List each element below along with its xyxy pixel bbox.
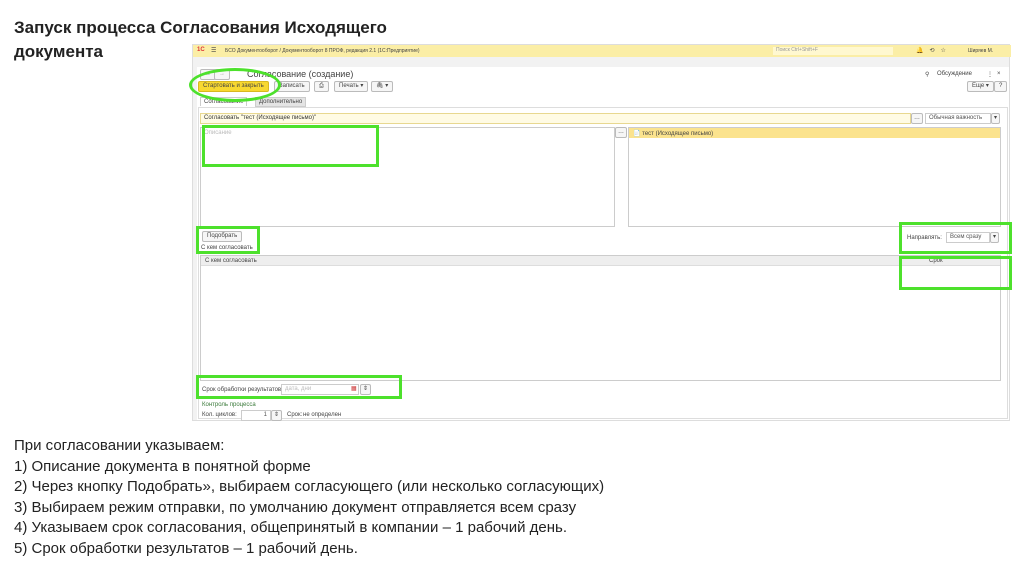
instructions: При согласовании указываем: 1) Описание … xyxy=(14,436,604,559)
close-icon[interactable]: × xyxy=(997,71,1001,77)
subject-select-button[interactable]: … xyxy=(911,113,923,124)
discussions-button[interactable]: Обсуждение xyxy=(937,71,972,77)
highlight-processing xyxy=(196,375,402,399)
instruction-item: 3) Выбираем режим отправки, по умолчанию… xyxy=(14,498,577,516)
notification-icons[interactable]: 🔔⟲☆ xyxy=(916,47,952,54)
description-edit-button[interactable]: … xyxy=(615,127,627,138)
highlight-description xyxy=(202,125,379,167)
highlight-deadline-column xyxy=(899,256,1012,290)
menu-icon[interactable]: ☰ xyxy=(211,47,216,54)
highlight-pick xyxy=(196,226,260,254)
attachment-name: тест (Исходящее письмо) xyxy=(642,131,714,137)
importance-dropdown-icon[interactable]: ▾ xyxy=(991,113,1001,124)
instruction-item: 4) Указываем срок согласования, общеприн… xyxy=(14,519,567,536)
instruction-item: 2) Через кнопку Подобрать», выбираем сог… xyxy=(14,478,605,495)
highlight-start-button xyxy=(189,68,281,102)
instruction-item: 5) Срок обработки результатов – 1 рабочи… xyxy=(14,539,358,557)
importance-select[interactable]: Обычная важность xyxy=(925,113,991,124)
form-pane: ← → Согласование (создание) ⚲ Обсуждение… xyxy=(197,67,1009,421)
help-button[interactable]: ? xyxy=(994,81,1008,92)
table-header: С кем согласовать Срок xyxy=(201,256,1000,266)
user-name[interactable]: Ширяев М. xyxy=(968,48,993,54)
app-top-bar: 1С ☰ БСО Документооборот / Документообор… xyxy=(193,45,1011,57)
link-icon[interactable]: ⚲ xyxy=(925,71,929,78)
deadline-value: не определен xyxy=(303,412,342,418)
cycles-stepper[interactable]: ⇕ xyxy=(271,410,283,421)
app-screenshot: 1С ☰ БСО Документооборот / Документообор… xyxy=(192,44,1011,421)
highlight-direction xyxy=(899,222,1012,254)
instruction-item: 1) Описание документа в понятной форме xyxy=(14,457,311,475)
more-button[interactable]: Еще ▾ xyxy=(967,81,994,92)
print-button[interactable]: Печать ▾ xyxy=(334,81,369,92)
logo: 1С xyxy=(197,47,205,53)
post-icon[interactable]: ⎙ xyxy=(314,81,329,92)
approvers-table[interactable]: С кем согласовать Срок xyxy=(200,255,1001,381)
attachment-item[interactable]: 📄 тест (Исходящее письмо) xyxy=(629,128,1000,138)
process-control-title: Контроль процесса xyxy=(202,402,256,408)
attachments-panel: 📄 тест (Исходящее письмо) xyxy=(628,127,1001,227)
attach-button[interactable]: 🖇 ▾ xyxy=(371,81,394,92)
window-title: БСО Документооборот / Документооборот 8 … xyxy=(225,48,420,54)
more-label: Еще xyxy=(972,83,985,89)
print-label: Печать xyxy=(339,83,359,89)
column-approver: С кем согласовать xyxy=(205,258,257,264)
search-input[interactable]: Поиск Ctrl+Shift+F xyxy=(773,47,893,55)
deadline-label: Срок: xyxy=(287,412,303,418)
cycles-input[interactable]: 1 xyxy=(241,410,271,421)
subject-input[interactable]: Согласовать "тест (Исходящее письмо)" xyxy=(200,113,911,124)
cycles-label: Кол. циклов: xyxy=(202,412,237,418)
instructions-intro: При согласовании указываем: xyxy=(14,437,225,454)
more-icon[interactable]: ⋮ xyxy=(987,71,993,78)
